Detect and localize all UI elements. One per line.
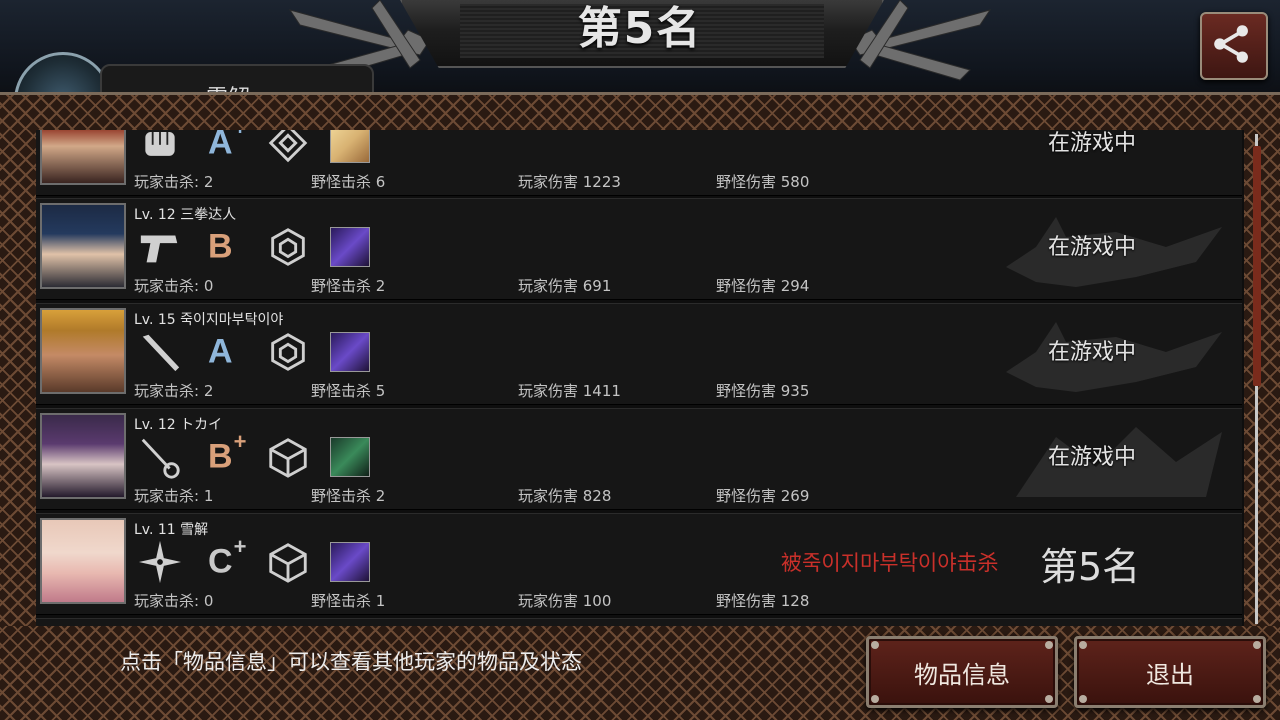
player-damage: 玩家伤害 1223 <box>518 173 621 191</box>
player-row[interactable]: Lv. 15 죽이지마부탁이야 A 玩家击杀: 2 野怪击杀 5 玩家伤害 14… <box>36 303 1242 405</box>
monster-kills: 野怪击杀 2 <box>311 487 386 505</box>
green-skill-item-icon <box>326 433 374 481</box>
item-info-button-label: 物品信息 <box>914 660 1010 689</box>
player-kills: 玩家击杀: 0 <box>134 277 214 295</box>
player-portrait <box>40 413 126 499</box>
page-title: 第5名 <box>577 3 703 54</box>
player-row-current[interactable]: Lv. 11 雪解 C+ 玩家击杀: 0 野怪击杀 1 玩家伤害 100 野怪伤… <box>36 513 1242 615</box>
monster-kills: 野怪击杀 6 <box>311 173 386 191</box>
player-status: 在游戏中 <box>1047 235 1136 260</box>
player-row[interactable]: Lv. 12 トカイ B+ 玩家击杀: 1 野怪击杀 2 玩家伤害 828 野怪… <box>36 408 1242 510</box>
monster-kills: 野怪击杀 1 <box>311 592 386 610</box>
bat-icon <box>136 328 184 376</box>
list-scrollbar[interactable] <box>1250 134 1264 624</box>
player-kills: 玩家击杀: 2 <box>134 173 214 191</box>
monster-damage: 野怪伤害 128 <box>716 592 810 610</box>
player-damage: 玩家伤害 100 <box>518 592 612 610</box>
shuriken-icon <box>136 538 184 586</box>
player-row[interactable] <box>36 618 1242 626</box>
diamond-emblem-icon <box>264 130 312 167</box>
killed-by-text: 被죽이지마부탁이야击杀 <box>781 551 999 575</box>
player-status: 在游戏中 <box>1047 131 1136 156</box>
purple-skill-item-icon <box>326 538 374 586</box>
player-grade: B+ <box>208 429 247 476</box>
hint-text: 点击「物品信息」可以查看其他玩家的物品及状态 <box>120 650 582 674</box>
monster-kills: 野怪击杀 5 <box>311 382 386 400</box>
item-info-button[interactable]: 物品信息 <box>866 636 1058 708</box>
exit-button-label: 退出 <box>1146 660 1194 689</box>
player-portrait <box>40 518 126 604</box>
final-rank: 第5名 <box>1040 545 1141 589</box>
mesh-frame-left <box>0 130 36 630</box>
player-result-list[interactable]: A+ 玩家击杀: 2 野怪击杀 6 玩家伤害 1223 野怪伤害 580 在游戏… <box>36 130 1244 626</box>
purple-skill-item-icon <box>326 328 374 376</box>
player-grade: A+ <box>208 130 246 162</box>
share-icon <box>1214 25 1248 63</box>
player-row[interactable]: A+ 玩家击杀: 2 野怪击杀 6 玩家伤害 1223 野怪伤害 580 在游戏… <box>36 130 1242 196</box>
player-row[interactable]: Lv. 12 三拳达人 B 玩家击杀: 0 野怪击杀 2 玩家伤害 691 野怪… <box>36 198 1242 300</box>
player-grade: C+ <box>208 534 247 581</box>
player-level-name: Lv. 12 三拳达人 <box>134 207 237 223</box>
monster-damage: 野怪伤害 935 <box>716 382 810 400</box>
monster-kills: 野怪击杀 2 <box>311 277 386 295</box>
player-damage: 玩家伤害 828 <box>518 487 612 505</box>
mesh-frame-top <box>0 92 1280 133</box>
exit-button[interactable]: 退出 <box>1074 636 1266 708</box>
player-portrait <box>40 308 126 394</box>
player-level-name: Lv. 12 トカイ <box>134 417 223 433</box>
cube-emblem-icon <box>264 433 312 481</box>
monster-damage: 野怪伤害 580 <box>716 173 810 191</box>
player-portrait <box>40 203 126 289</box>
player-portrait <box>40 130 126 185</box>
player-level-name: Lv. 11 雪解 <box>134 522 209 538</box>
purple-skill-item-icon <box>326 223 374 271</box>
player-grade: B <box>208 227 233 266</box>
fist-icon <box>136 130 184 167</box>
player-grade: A <box>208 332 233 371</box>
pistol-icon <box>136 223 184 271</box>
player-kills: 玩家击杀: 2 <box>134 382 214 400</box>
cube-emblem-icon <box>264 538 312 586</box>
player-status: 在游戏中 <box>1047 340 1136 365</box>
hexagon-emblem-icon <box>264 328 312 376</box>
player-damage: 玩家伤害 691 <box>518 277 612 295</box>
player-kills: 玩家击杀: 1 <box>134 487 214 505</box>
monster-damage: 野怪伤害 269 <box>716 487 810 505</box>
player-level-name: Lv. 15 죽이지마부탁이야 <box>134 312 284 328</box>
player-damage: 玩家伤害 1411 <box>518 382 621 400</box>
blonde-character-item-icon <box>326 130 374 167</box>
rapier-icon <box>136 433 184 481</box>
scroll-thumb[interactable] <box>1253 146 1261 386</box>
player-status: 在游戏中 <box>1047 445 1136 470</box>
hexagon-emblem-icon <box>264 223 312 271</box>
player-kills: 玩家击杀: 0 <box>134 592 214 610</box>
share-button[interactable] <box>1200 12 1268 80</box>
monster-damage: 野怪伤害 294 <box>716 277 810 295</box>
